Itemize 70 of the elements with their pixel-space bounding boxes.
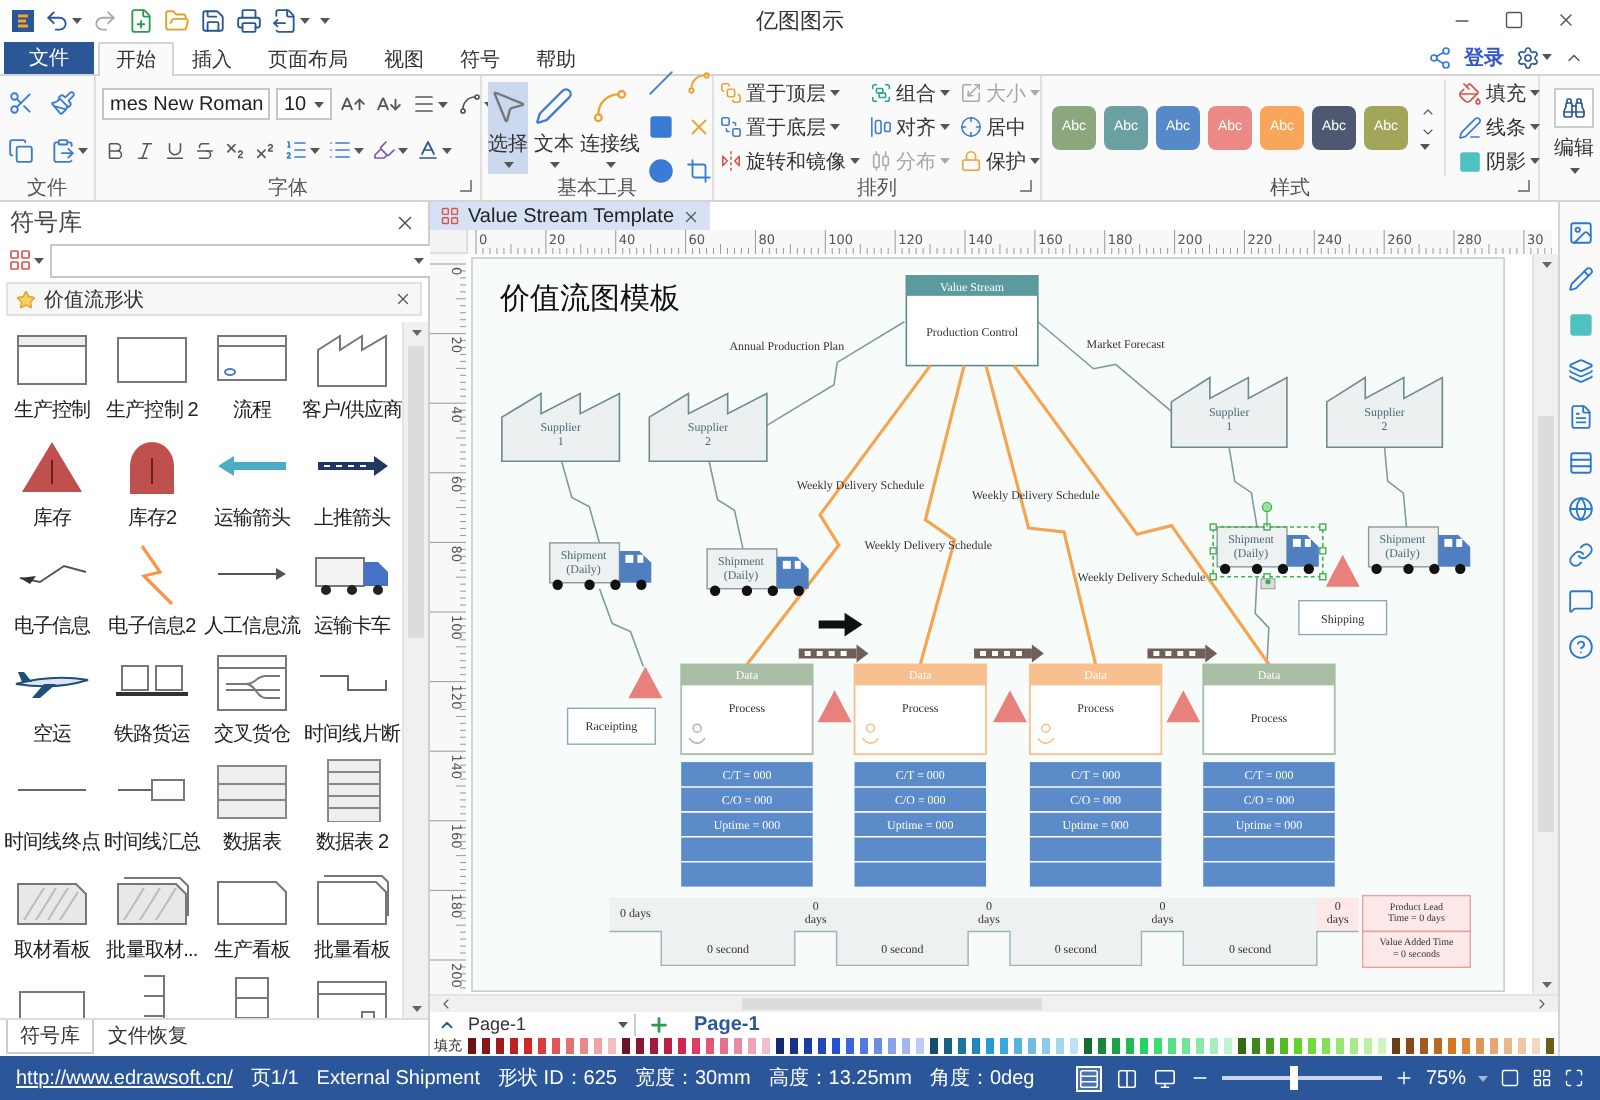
format-button[interactable]: 线条	[1458, 113, 1540, 141]
shape-item[interactable]: 电子信息	[2, 542, 102, 650]
ribbon-tab[interactable]: 页面布局	[250, 42, 366, 76]
status-text: 页1/1	[250, 1066, 299, 1092]
shape-item[interactable]: 数据表 2	[302, 758, 402, 866]
window-title: 亿图图示	[756, 7, 844, 35]
panel-tab[interactable]: 文件恢复	[94, 1020, 202, 1054]
arrange-button[interactable]: 居中	[960, 112, 1040, 142]
page-select[interactable]: Page-1	[468, 1013, 636, 1035]
format-button[interactable]: 阴影	[1458, 147, 1540, 175]
ribbon-tab[interactable]: 视图	[366, 42, 442, 76]
font-size-select[interactable]: 10	[276, 88, 332, 120]
panel-tab[interactable]: 符号库	[6, 1020, 94, 1054]
arrange-button[interactable]: 置于底层	[720, 112, 860, 142]
arrange-button[interactable]: 旋转和镜像	[720, 146, 860, 176]
document-tab[interactable]: Value Stream Template	[430, 202, 711, 230]
shape-item[interactable]: 时间线终点	[2, 758, 102, 866]
group-label: 字体	[268, 175, 308, 201]
ribbon-tab[interactable]: 帮助	[518, 42, 594, 76]
status-text: 形状 ID：625	[498, 1065, 617, 1092]
page-tab[interactable]: Page-1	[682, 1012, 772, 1036]
shape-item[interactable]: 时间线汇总	[102, 758, 202, 866]
shape-item[interactable]: 生产控制	[2, 326, 102, 434]
arrange-button[interactable]: 置于顶层	[720, 78, 860, 108]
website-link[interactable]: http://www.edrawsoft.cn/	[16, 1067, 233, 1089]
shape-item[interactable]: 库存2	[102, 434, 202, 542]
shape-item[interactable]: 生产看板	[202, 866, 302, 974]
status-text: 角度：0deg	[929, 1065, 1035, 1092]
group-label: 样式	[1270, 175, 1310, 201]
category-bar[interactable]: 价值流形状	[6, 282, 422, 316]
group-label: 文件	[27, 175, 67, 201]
shape-item[interactable]: 运输箭头	[202, 434, 302, 542]
group-label: 基本工具	[557, 175, 637, 201]
group-label: 排列	[857, 175, 897, 201]
arrange-button[interactable]: 保护	[960, 146, 1040, 176]
status-text: 高度：13.25mm	[768, 1065, 912, 1092]
login-link[interactable]: 登录	[1464, 43, 1504, 71]
ribbon-tab[interactable]: 插入	[174, 42, 250, 76]
shape-item[interactable]: 空运	[2, 650, 102, 758]
shape-item[interactable]: 时间线片断	[302, 650, 402, 758]
shape-item[interactable]: 运输卡车	[302, 542, 402, 650]
tool-button[interactable]: 文本	[534, 81, 574, 173]
arrange-button[interactable]: 组合	[870, 78, 950, 108]
diagram-title: 价值流图模板	[499, 279, 680, 316]
shape-item[interactable]: 电子信息2	[102, 542, 202, 650]
tool-button[interactable]: 选择	[488, 81, 528, 173]
shape-item[interactable]: 批量看板	[302, 866, 402, 974]
file-tab[interactable]: 文件	[4, 42, 94, 74]
status-text: External Shipment	[316, 1067, 481, 1089]
ribbon-tab[interactable]: 符号	[442, 42, 518, 76]
zoom-reading: 75%	[1425, 1067, 1466, 1089]
shape-item[interactable]: 生产控制 2	[102, 326, 202, 434]
status-text: 宽度：30mm	[634, 1065, 751, 1092]
shape-item[interactable]: 取材看板	[2, 866, 102, 974]
panel-title: 符号库	[10, 205, 82, 239]
shape-item[interactable]: 人工信息流	[202, 542, 302, 650]
shape-item[interactable]: 批量取材...	[102, 866, 202, 974]
arrange-button[interactable]: 对齐	[870, 112, 950, 142]
tool-button[interactable]: 连接线	[580, 81, 640, 173]
shape-item[interactable]: 流程	[202, 326, 302, 434]
shape-item[interactable]: 铁路货运	[102, 650, 202, 758]
edit-button[interactable]: 编辑	[1540, 88, 1600, 174]
shape-item[interactable]: 数据表	[202, 758, 302, 866]
shape-item[interactable]: 交叉货仓	[202, 650, 302, 758]
shape-item[interactable]: 客户/供应商	[302, 326, 402, 434]
shape-item[interactable]: 上推箭头	[302, 434, 402, 542]
font-name-select[interactable]: mes New Roman	[102, 88, 270, 120]
format-button[interactable]: 填充	[1458, 79, 1540, 107]
shape-item[interactable]: 库存	[2, 434, 102, 542]
ribbon-tab[interactable]: 开始	[98, 42, 174, 76]
